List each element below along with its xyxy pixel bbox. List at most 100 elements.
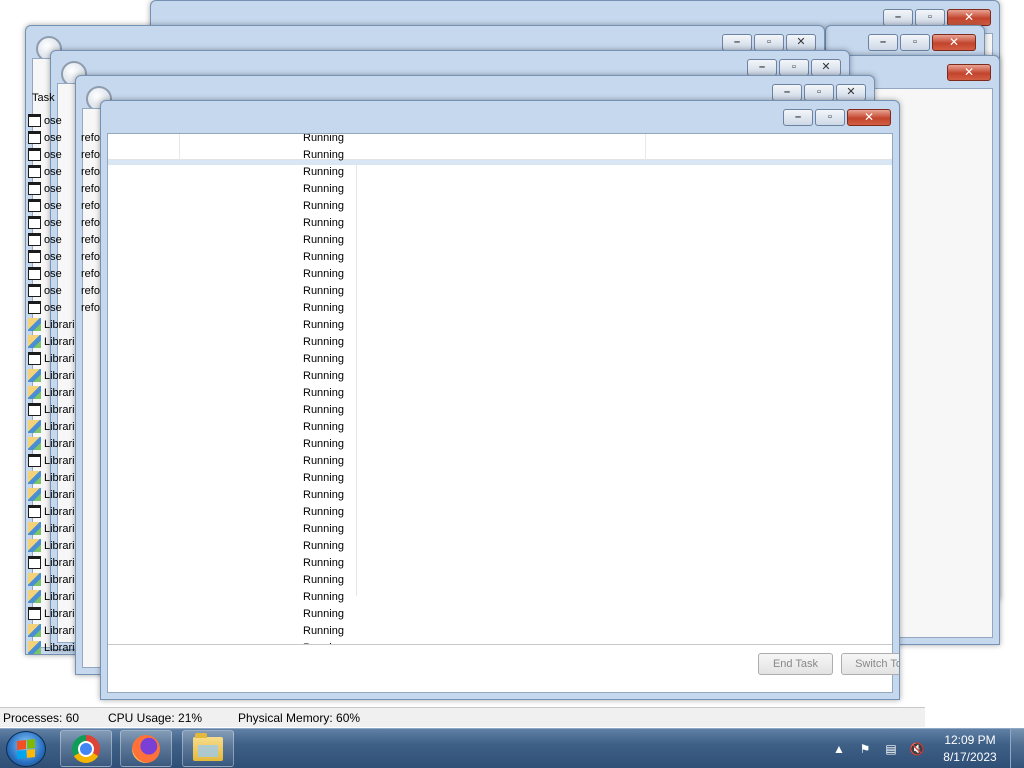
list-item[interactable]: ose refo <box>28 129 108 146</box>
task-status-cell[interactable]: Running <box>303 589 344 606</box>
task-status-cell[interactable]: Running <box>303 470 344 487</box>
list-item[interactable]: Librari <box>28 316 108 333</box>
minimize-button[interactable]: – <box>722 34 752 51</box>
network-icon[interactable]: ▤ <box>883 741 899 757</box>
taskbar-explorer[interactable] <box>182 730 234 767</box>
list-item[interactable]: Librari <box>28 452 108 469</box>
maximize-button[interactable]: ▫ <box>804 84 834 101</box>
taskbar-chrome[interactable] <box>60 730 112 767</box>
volume-muted-icon[interactable]: 🔇 <box>909 741 925 757</box>
start-button[interactable] <box>6 731 46 767</box>
task-status-cell[interactable]: Running <box>303 368 344 385</box>
list-item[interactable]: ose refo <box>28 248 108 265</box>
close-button[interactable]: ✕ <box>786 34 816 51</box>
list-item[interactable]: ose refo <box>28 299 108 316</box>
action-center-icon[interactable]: ⚑ <box>857 741 873 757</box>
task-status-cell[interactable]: Running <box>303 402 344 419</box>
list-item[interactable]: ose refo <box>28 282 108 299</box>
task-status-cell[interactable]: Running <box>303 436 344 453</box>
task-status-cell[interactable]: Running <box>303 419 344 436</box>
list-item[interactable]: Librari <box>28 435 108 452</box>
task-status-cell[interactable]: Running <box>303 385 344 402</box>
maximize-button[interactable]: ▫ <box>779 59 809 76</box>
show-hidden-icons-icon[interactable]: ▲ <box>831 741 847 757</box>
list-item[interactable]: Librari <box>28 350 108 367</box>
minimize-button[interactable]: – <box>772 84 802 101</box>
task-status-cell[interactable]: Running <box>303 555 344 572</box>
task-status-cell[interactable]: Running <box>303 317 344 334</box>
close-button[interactable]: ✕ <box>847 109 891 126</box>
task-status-cell[interactable]: Running <box>303 198 344 215</box>
task-status-cell[interactable]: Running <box>303 147 344 164</box>
list-item[interactable]: Librari <box>28 418 108 435</box>
task-status-cell[interactable]: Running <box>303 487 344 504</box>
list-item[interactable]: ose refo <box>28 197 108 214</box>
minimize-button[interactable]: – <box>747 59 777 76</box>
maximize-button[interactable]: ▫ <box>915 9 945 26</box>
taskbar-firefox[interactable] <box>120 730 172 767</box>
task-status-cell[interactable]: Running <box>303 521 344 538</box>
task-status-cell[interactable]: Running <box>303 606 344 623</box>
list-item[interactable]: ose refo <box>28 163 108 180</box>
task-status-cell[interactable]: Running <box>303 538 344 555</box>
list-item[interactable]: ose refo <box>28 180 108 197</box>
list-item[interactable]: Librari <box>28 384 108 401</box>
list-item[interactable]: Librari <box>28 605 108 622</box>
task-status-cell[interactable]: Running <box>303 572 344 589</box>
libraries-icon <box>28 573 41 586</box>
list-item[interactable]: Librari <box>28 588 108 605</box>
show-desktop-button[interactable] <box>1010 729 1024 768</box>
task-status-cell[interactable]: Running <box>303 164 344 181</box>
maximize-button[interactable]: ▫ <box>754 34 784 51</box>
list-item[interactable]: Librari <box>28 571 108 588</box>
close-button[interactable]: ✕ <box>932 34 976 51</box>
end-task-button[interactable]: End Task <box>758 653 833 675</box>
minimize-button[interactable]: – <box>883 9 913 26</box>
list-item[interactable]: ose refo <box>28 214 108 231</box>
task-status-cell[interactable]: Running <box>303 334 344 351</box>
close-button[interactable]: ✕ <box>836 84 866 101</box>
minimize-button[interactable]: – <box>783 109 813 126</box>
list-item[interactable]: Librari <box>28 486 108 503</box>
close-button[interactable]: ✕ <box>811 59 841 76</box>
task-status-cell[interactable]: Running <box>303 283 344 300</box>
task-status-cell[interactable]: Running <box>303 453 344 470</box>
task-status-cell[interactable]: Running <box>303 300 344 317</box>
list-item[interactable]: Librari <box>28 520 108 537</box>
column-header-status[interactable] <box>356 134 646 160</box>
list-item[interactable]: Librari <box>28 469 108 486</box>
list-item[interactable]: Librari <box>28 639 108 656</box>
task-list[interactable]: Running Running Running Running Running Runni… <box>108 134 892 644</box>
list-item[interactable]: Librari <box>28 367 108 384</box>
column-header-task[interactable] <box>108 134 180 160</box>
task-status-cell[interactable]: Running <box>303 134 344 147</box>
task-status-cell[interactable]: Running <box>303 181 344 198</box>
minimize-button[interactable]: – <box>868 34 898 51</box>
maximize-button[interactable]: ▫ <box>900 34 930 51</box>
task-status-cell[interactable]: Running <box>303 232 344 249</box>
task-status-cell[interactable]: Running <box>303 351 344 368</box>
list-item[interactable]: ose refo <box>28 265 108 282</box>
list-item[interactable]: Librari <box>28 333 108 350</box>
tasks-tab-label[interactable]: Task <box>32 92 55 104</box>
switch-to-button[interactable]: Switch To <box>841 653 899 675</box>
list-item[interactable]: Librari <box>28 554 108 571</box>
list-item[interactable]: Librari <box>28 503 108 520</box>
list-item[interactable]: ose refo <box>28 231 108 248</box>
list-item[interactable]: Librari <box>28 401 108 418</box>
close-button[interactable]: ✕ <box>947 9 991 26</box>
task-status-cell[interactable]: Running <box>303 504 344 521</box>
caption-buttons: – ▫ ✕ <box>783 109 891 126</box>
clock[interactable]: 12:09 PM 8/17/2023 <box>930 732 1010 766</box>
maximize-button[interactable]: ▫ <box>815 109 845 126</box>
list-item[interactable]: ose <box>28 112 108 129</box>
close-button[interactable]: ✕ <box>947 64 991 81</box>
list-item[interactable]: Librari <box>28 622 108 639</box>
list-item[interactable]: ose refo <box>28 146 108 163</box>
list-item[interactable]: Librari <box>28 537 108 554</box>
task-status-cell[interactable]: Running <box>303 266 344 283</box>
task-status-cell[interactable]: Running <box>303 623 344 640</box>
task-status-cell[interactable]: Running <box>303 249 344 266</box>
task-status-cell[interactable]: Running <box>303 215 344 232</box>
list-item-label: Librari <box>44 505 75 518</box>
